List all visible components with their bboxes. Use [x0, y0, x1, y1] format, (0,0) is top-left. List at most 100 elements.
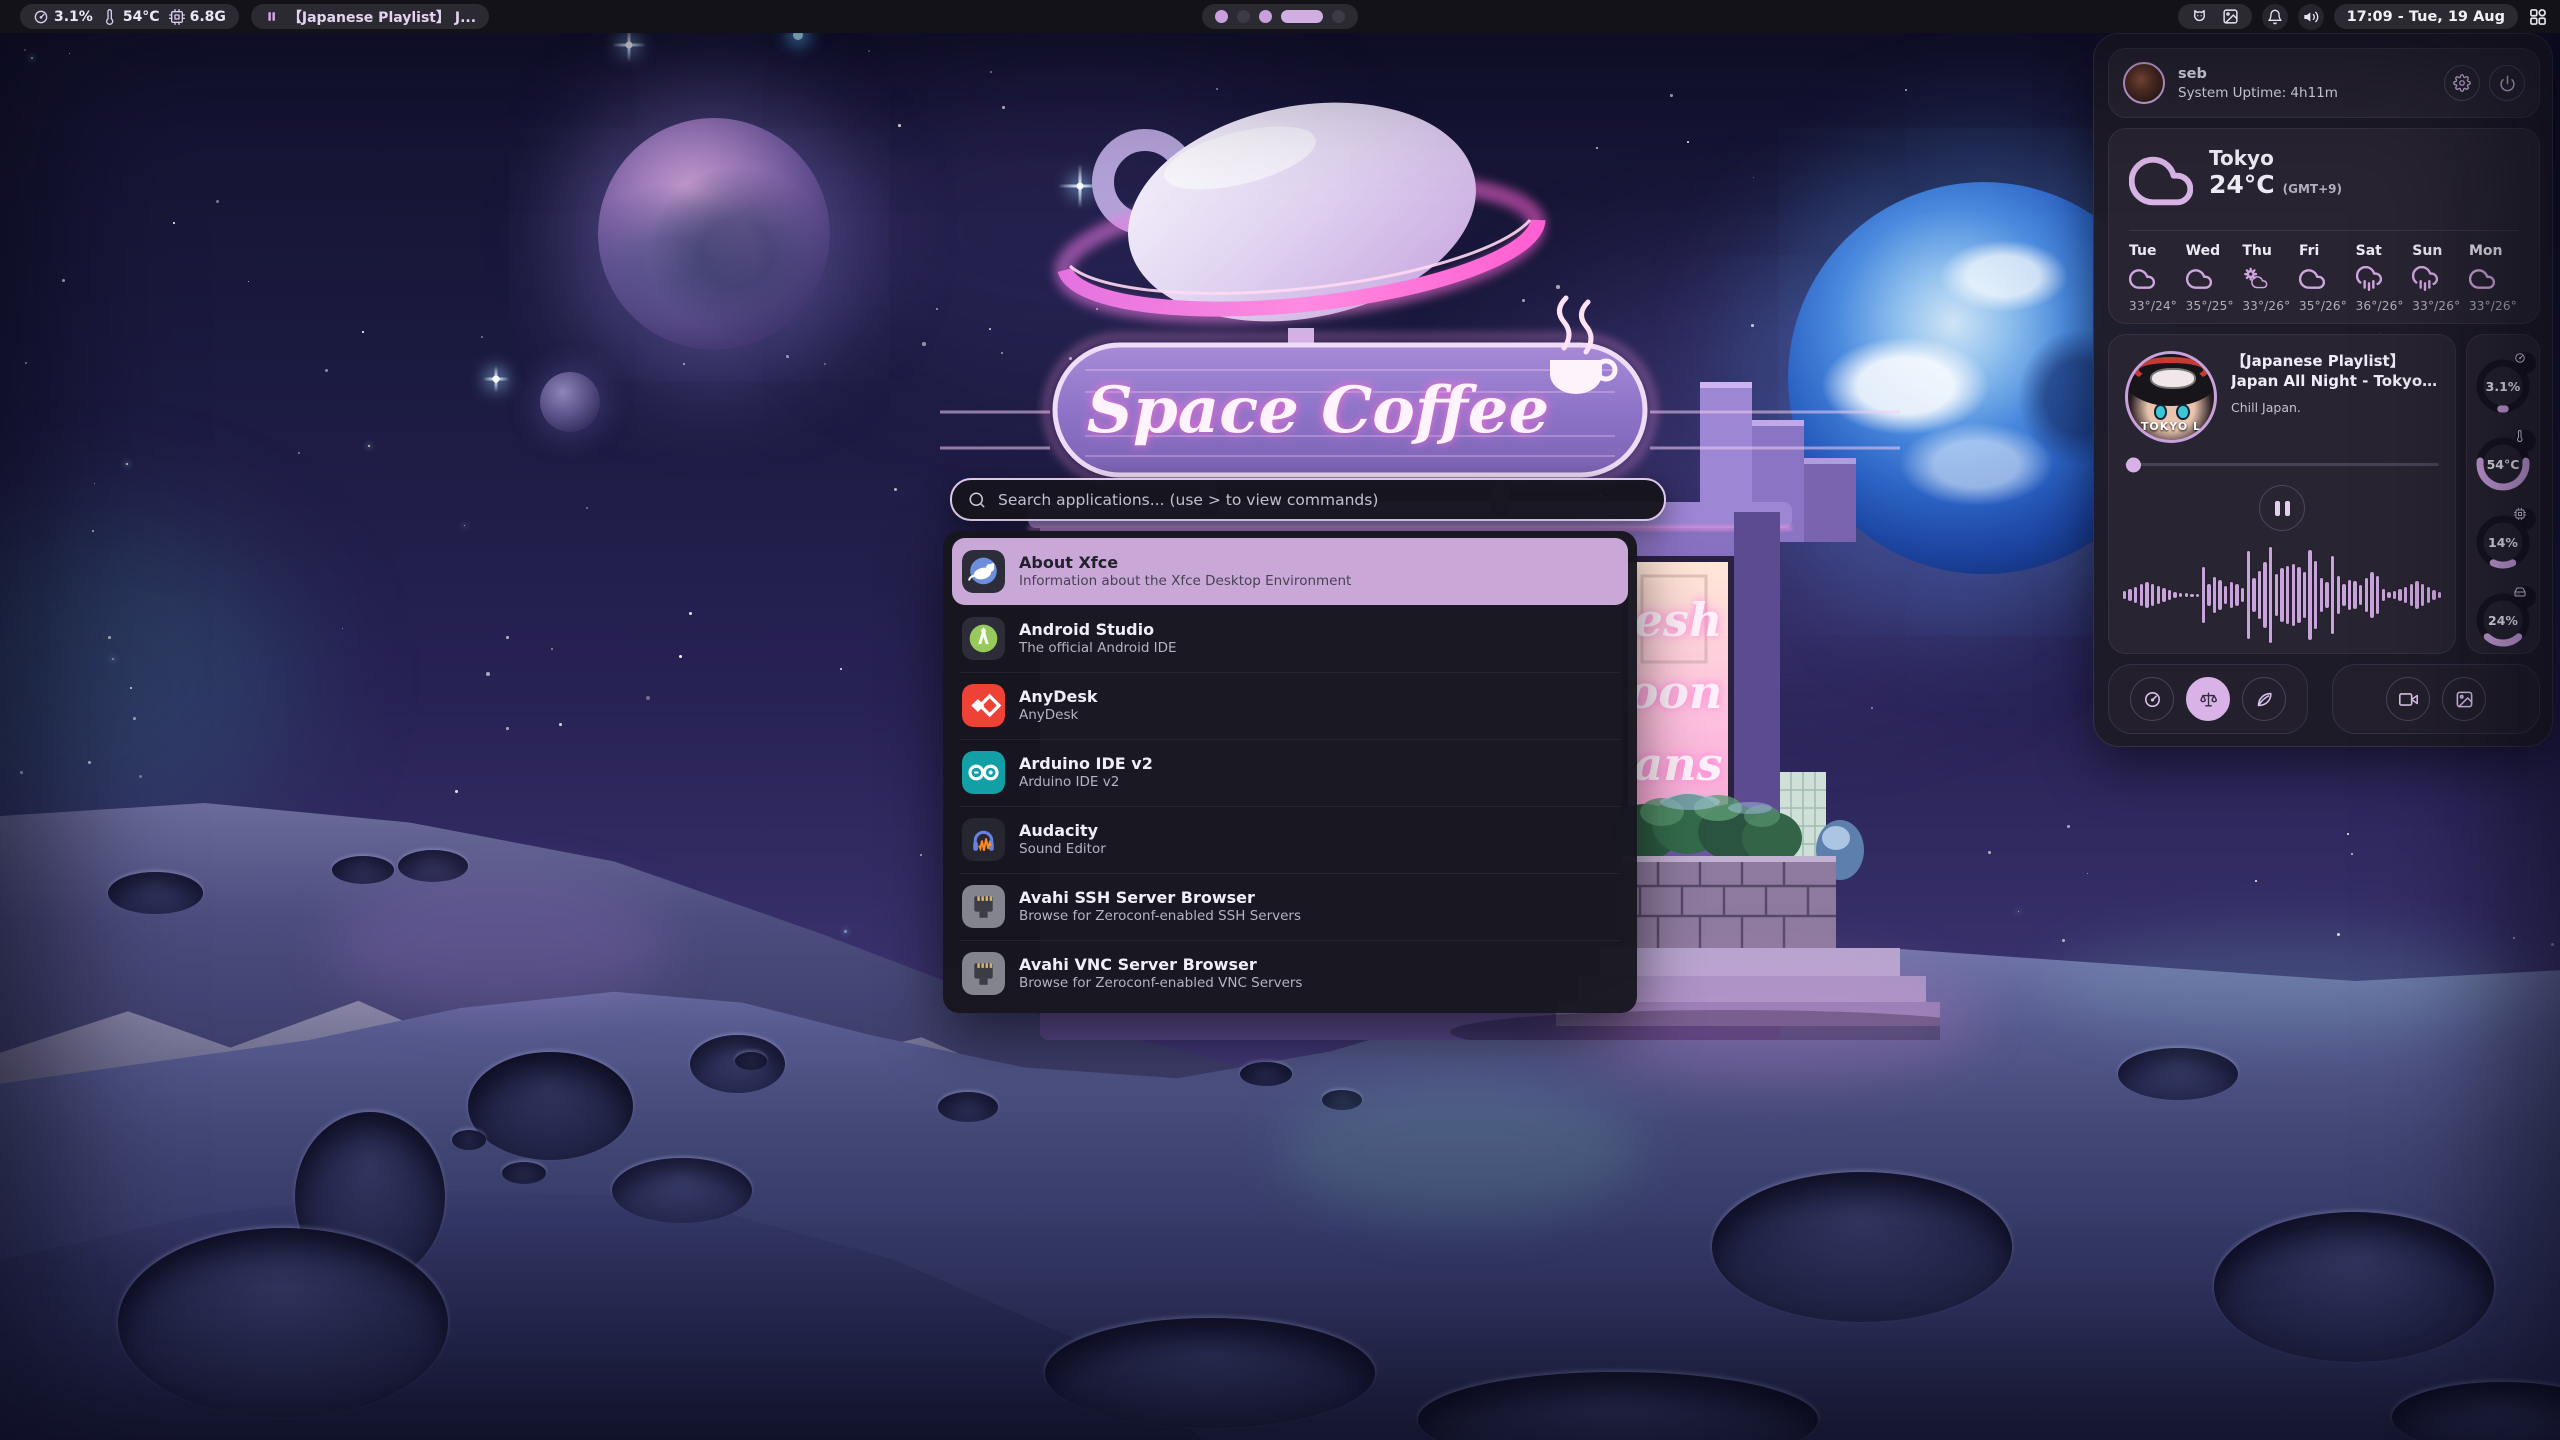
seek-knob[interactable]	[2126, 457, 2141, 472]
utility-card	[2332, 664, 2540, 734]
waveform-bar	[2348, 580, 2351, 610]
star	[840, 668, 842, 670]
waveform-bar	[2258, 571, 2261, 619]
gauge-thermometer: 54°C	[2474, 435, 2532, 493]
app-title: Audacity	[1019, 822, 1106, 840]
app-grid-button[interactable]	[2528, 7, 2548, 27]
star	[2351, 853, 2353, 855]
forecast-day-label: Mon	[2469, 243, 2503, 259]
app-texts: About XfceInformation about the Xfce Des…	[1019, 554, 1351, 589]
stat-value: 54°C	[123, 9, 160, 25]
seek-bar[interactable]	[2125, 463, 2439, 466]
app-title: About Xfce	[1019, 554, 1351, 572]
crater	[1712, 1172, 2012, 1322]
balanced-button[interactable]	[2186, 677, 2230, 721]
brick-planter	[1622, 856, 1836, 948]
sparkle-star	[612, 28, 646, 62]
star	[2551, 943, 2554, 946]
disk-icon	[2514, 586, 2536, 608]
weather-temp: 24°C	[2209, 170, 2275, 199]
track-title: 【Japanese Playlist】 Japan All Night - To…	[2231, 351, 2439, 392]
workspace-dot-3[interactable]	[1259, 10, 1272, 23]
system-stats-pill[interactable]: 3.1%54°C6.8G	[20, 4, 239, 29]
search-input[interactable]	[996, 490, 1648, 510]
settings-button[interactable]	[2444, 65, 2480, 101]
waveform-bar	[2376, 576, 2379, 614]
power-button[interactable]	[2489, 65, 2525, 101]
workspace-switcher[interactable]	[1202, 4, 1358, 29]
image-icon[interactable]	[2222, 8, 2239, 25]
app-row-arduino-ide-v2[interactable]: Arduino IDE v2Arduino IDE v2	[952, 739, 1628, 806]
now-playing-pill[interactable]: 【Japanese Playlist】 J...	[251, 4, 489, 29]
chip-icon	[2514, 508, 2536, 530]
workspace-dot-2[interactable]	[1237, 10, 1250, 23]
weather-timezone: (GMT+9)	[2283, 182, 2342, 196]
forecast-temps: 33°/26°	[2412, 299, 2460, 313]
wallpaper-button[interactable]	[2442, 677, 2486, 721]
gauge-chip: 14%	[2474, 513, 2532, 571]
app-texts: Arduino IDE v2Arduino IDE v2	[1019, 755, 1153, 790]
waveform-bar	[2213, 577, 2216, 613]
waveform-bar	[2202, 567, 2205, 623]
waveform-bar	[2128, 589, 2131, 601]
waveform-bar	[2196, 594, 2199, 597]
system-stat: 54°C	[102, 9, 160, 25]
waveform-bar	[2157, 586, 2160, 604]
waveform-bar	[2168, 590, 2171, 600]
small-moon	[540, 372, 600, 432]
network-jack-icon	[962, 952, 1005, 995]
star	[216, 200, 219, 203]
user-name: seb	[2178, 66, 2338, 82]
waveform-bar	[2185, 593, 2188, 597]
star	[368, 445, 370, 447]
cloud-icon	[2129, 266, 2155, 292]
app-description: Browse for Zeroconf-enabled VNC Servers	[1019, 976, 1302, 991]
crater	[735, 1052, 767, 1070]
app-row-android-studio[interactable]: Android StudioThe official Android IDE	[952, 605, 1628, 672]
crater	[612, 1158, 752, 1223]
launcher-search[interactable]	[950, 478, 1666, 521]
album-art-text: TOKYO L	[2128, 420, 2214, 433]
cloud-icon	[2299, 266, 2325, 292]
app-row-avahi-ssh-server-browser[interactable]: Avahi SSH Server BrowserBrowse for Zeroc…	[952, 873, 1628, 940]
app-texts: Avahi VNC Server BrowserBrowse for Zeroc…	[1019, 956, 1302, 991]
powersave-button[interactable]	[2130, 677, 2174, 721]
play-pause-button[interactable]	[2259, 485, 2305, 531]
app-row-audacity[interactable]: AudacitySound Editor	[952, 806, 1628, 873]
system-uptime: System Uptime: 4h11m	[2178, 85, 2338, 101]
app-row-avahi-vnc-server-browser[interactable]: Avahi VNC Server BrowserBrowse for Zeroc…	[952, 940, 1628, 1007]
space-coffee-sign: Space Coffee Space Coffee	[1047, 298, 1653, 483]
forecast-day-label: Tue	[2129, 243, 2156, 259]
power-profile-card	[2108, 664, 2308, 734]
app-description: AnyDesk	[1019, 708, 1098, 723]
star	[559, 723, 562, 726]
weather-city: Tokyo	[2209, 147, 2342, 170]
volume-button[interactable]	[2298, 4, 2324, 30]
top-panel: 3.1%54°C6.8G 【Japanese Playlist】 J... 17…	[0, 0, 2560, 33]
clock[interactable]: 17:09 - Tue, 19 Aug	[2334, 4, 2518, 29]
album-art[interactable]: TOKYO L	[2125, 351, 2217, 443]
waveform-bar	[2438, 592, 2441, 598]
waveform-bar	[2230, 582, 2233, 608]
star	[586, 507, 588, 509]
app-row-anydesk[interactable]: AnyDeskAnyDesk	[952, 672, 1628, 739]
waveform-bar	[2123, 591, 2126, 599]
cloud-icon	[2469, 266, 2495, 292]
cat-icon[interactable]	[2191, 8, 2208, 25]
workspace-dot-5[interactable]	[1332, 10, 1345, 23]
eco-button[interactable]	[2242, 677, 2286, 721]
notifications-button[interactable]	[2262, 4, 2288, 30]
workspace-dot-1[interactable]	[1215, 10, 1228, 23]
screen-record-button[interactable]	[2386, 677, 2430, 721]
crater	[938, 1092, 998, 1122]
workspace-dot-4[interactable]	[1281, 10, 1323, 23]
star	[20, 771, 23, 774]
crater	[502, 1162, 546, 1184]
rain-icon	[2356, 266, 2382, 292]
waveform-bar	[2365, 578, 2368, 612]
waveform-bar	[2415, 581, 2418, 609]
waveform-bar	[2241, 588, 2244, 602]
star	[92, 530, 94, 532]
forecast-day: Thu33°/26°	[2242, 243, 2292, 313]
app-row-about-xfce[interactable]: About XfceInformation about the Xfce Des…	[952, 538, 1628, 605]
